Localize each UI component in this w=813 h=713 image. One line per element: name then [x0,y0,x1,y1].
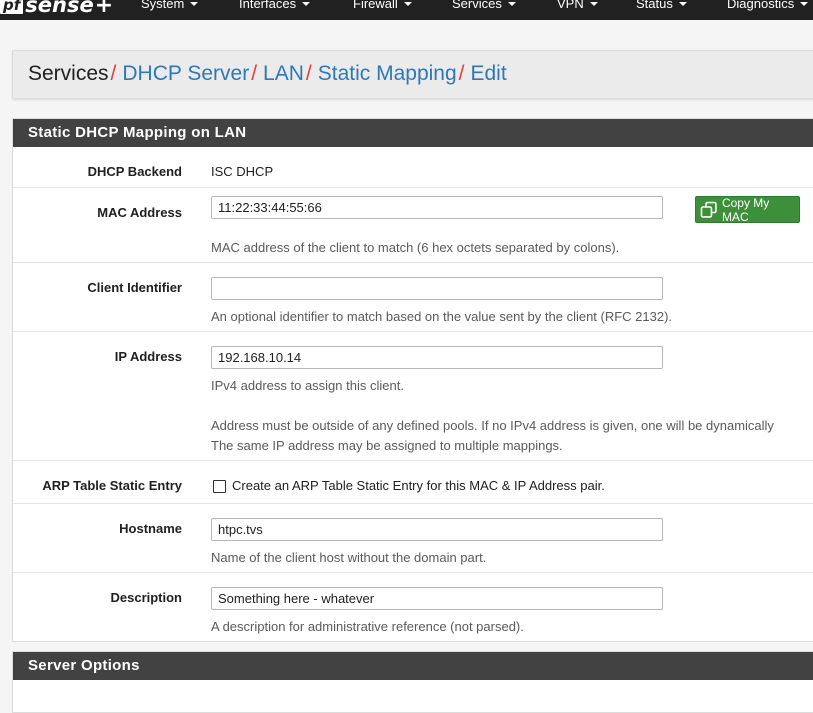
breadcrumb: Services/DHCP Server/LAN/Static Mapping/… [12,50,813,99]
breadcrumb-separator: / [251,62,258,85]
nav-menu-label: Status [636,0,673,11]
ip-address-input[interactable] [211,346,663,369]
arp-static-entry-label: ARP Table Static Entry [42,478,182,493]
caret-down-icon [190,2,199,6]
client-identifier-help: An optional identifier to match based on… [211,309,673,324]
breadcrumb-root: Services [28,62,109,85]
ip-address-help: IPv4 address to assign this client. [211,378,404,393]
caret-down-icon [403,2,412,6]
breadcrumb-link-dhcp-server[interactable]: DHCP Server [122,62,249,85]
description-label: Description [110,590,182,605]
form-row-ip-address: IP Address IPv4 address to assign this c… [13,331,813,461]
ip-address-label: IP Address [114,349,182,364]
form-row-client-identifier: Client Identifier An optional identifier… [13,262,813,332]
top-navbar: pf sense + System Interfaces Firewall Serv… [0,0,813,20]
copy-icon [700,201,717,218]
static-mapping-panel: Static DHCP Mapping on LAN DHCP Backend … [12,118,813,642]
logo-pf-mark: pf [0,0,24,14]
copy-my-mac-button[interactable]: Copy My MAC [695,195,800,224]
breadcrumb-separator: / [110,62,117,85]
nav-menu-label: Firewall [353,0,398,11]
pfsense-logo[interactable]: pf sense + [0,0,113,19]
mac-address-help: MAC address of the client to match (6 he… [211,240,620,255]
breadcrumb-trail: Services/DHCP Server/LAN/Static Mapping/… [28,62,507,86]
caret-down-icon [302,2,311,6]
mac-address-input[interactable] [211,196,663,219]
breadcrumb-separator: / [458,62,465,85]
logo-plus: + [94,0,114,18]
caret-down-icon [507,2,516,6]
client-identifier-input[interactable] [211,277,663,300]
ip-address-pool-note: Address must be outside of any defined p… [211,418,774,433]
breadcrumb-link-lan[interactable]: LAN [263,62,304,85]
form-row-hostname: Hostname Name of the client host without… [13,503,813,573]
ip-address-mapping-note: The same IP address may be assigned to m… [211,438,563,453]
nav-menu-status[interactable]: Status [636,0,687,13]
server-options-title: Server Options [13,652,813,680]
mac-address-label: MAC Address [97,205,182,220]
nav-menu-label: Diagnostics [727,0,795,11]
breadcrumb-link-static-mapping[interactable]: Static Mapping [318,62,457,85]
caret-down-icon [589,2,598,6]
client-identifier-label: Client Identifier [87,280,182,295]
form-row-description: Description A description for administra… [13,572,813,641]
caret-down-icon [800,2,809,6]
nav-menu-label: Services [452,0,502,11]
hostname-label: Hostname [119,521,182,536]
dhcp-backend-value: ISC DHCP [211,164,274,179]
nav-menu-interfaces[interactable]: Interfaces [239,0,311,13]
caret-down-icon [678,2,687,6]
description-help: A description for administrative referen… [211,619,524,634]
description-input[interactable] [211,587,663,610]
nav-menu-label: VPN [557,0,584,11]
nav-menu-label: Interfaces [239,0,297,11]
arp-static-entry-text: Create an ARP Table Static Entry for thi… [232,478,605,493]
nav-menu-diagnostics[interactable]: Diagnostics [727,0,809,13]
hostname-input[interactable] [211,518,663,541]
arp-static-entry-checkbox[interactable] [213,480,226,493]
nav-menu-services[interactable]: Services [452,0,516,13]
copy-my-mac-label: Copy My MAC [721,195,770,224]
breadcrumb-link-edit[interactable]: Edit [471,62,507,85]
nav-menu-label: System [141,0,185,11]
breadcrumb-separator: / [305,62,312,85]
form-row-dhcp-backend: DHCP Backend ISC DHCP [13,148,813,187]
logo-text: sense [25,0,94,17]
form-row-arp-static-entry: ARP Table Static Entry Create an ARP Tab… [13,460,813,504]
panel-title: Static DHCP Mapping on LAN [13,119,813,147]
nav-menu-firewall[interactable]: Firewall [353,0,412,13]
form-row-mac-address: MAC Address Copy My MAC MAC address of t… [13,187,813,263]
nav-menu-vpn[interactable]: VPN [557,0,598,13]
hostname-help: Name of the client host without the doma… [211,550,487,565]
dhcp-backend-label: DHCP Backend [87,164,182,179]
server-options-panel: Server Options [12,651,813,713]
nav-menu-system[interactable]: System [141,0,199,13]
